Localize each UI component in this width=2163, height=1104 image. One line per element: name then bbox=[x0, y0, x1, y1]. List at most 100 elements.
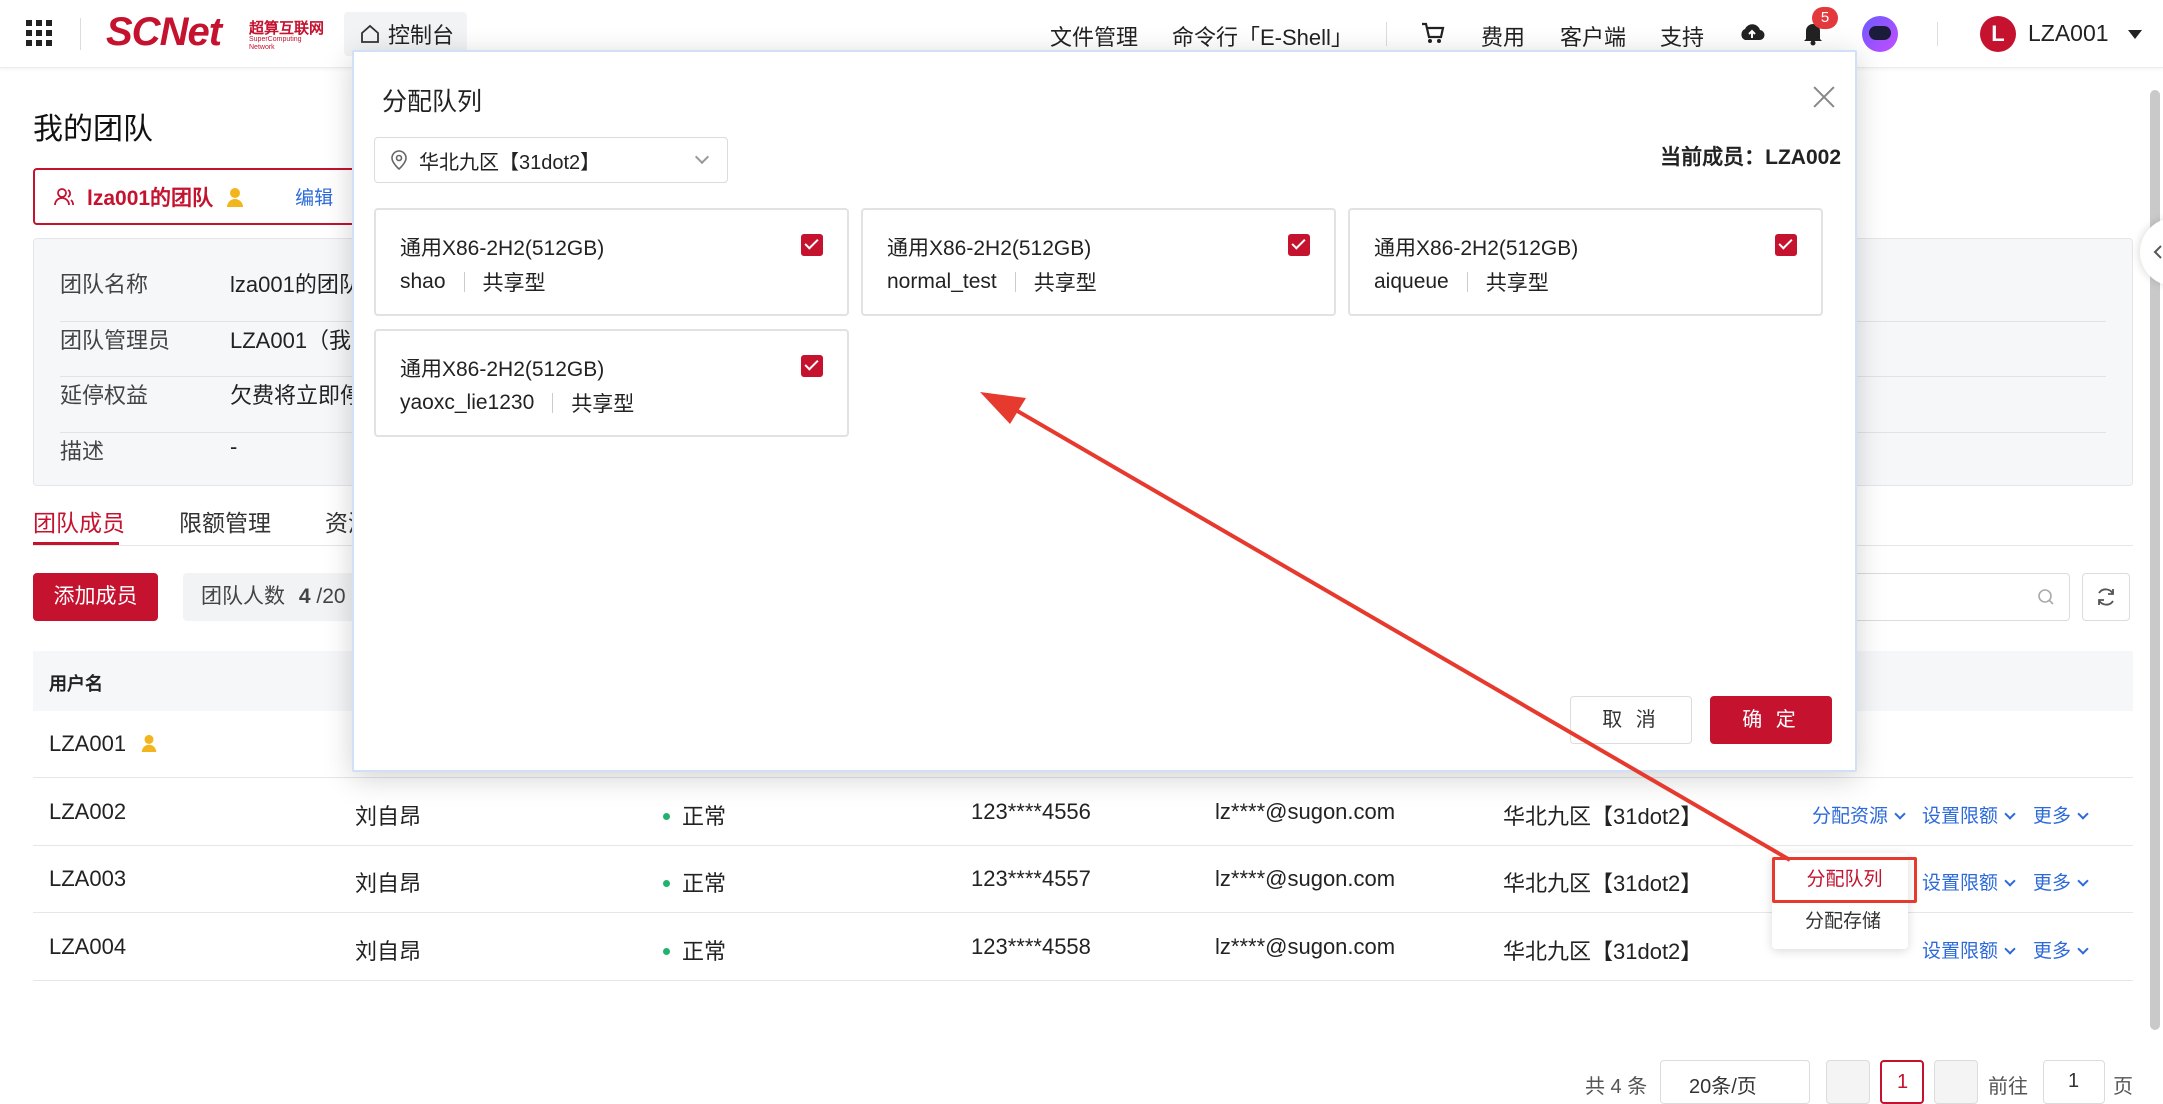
queue-checkbox[interactable] bbox=[1775, 234, 1797, 256]
set-limit-button[interactable]: 设置限额 bbox=[1922, 801, 2016, 828]
status-dot-icon bbox=[663, 879, 670, 887]
current-member-label: 当前成员： bbox=[1660, 146, 1766, 169]
chevron-down-icon bbox=[694, 149, 710, 165]
page-title: 我的团队 bbox=[33, 113, 153, 146]
table-row: LZA002 刘自昂 正常 123****4556 lz****@sugon.c… bbox=[33, 779, 2133, 846]
queue-type: 共享型 bbox=[571, 393, 635, 416]
more-button[interactable]: 更多 bbox=[2033, 801, 2089, 828]
cell-email: lz****@sugon.com bbox=[1215, 934, 1396, 959]
divider bbox=[1014, 272, 1016, 292]
region-select[interactable]: 华北九区【31dot2】 bbox=[374, 137, 728, 183]
queue-resource-name: 通用X86-2H2(512GB) bbox=[400, 237, 605, 260]
team-icon bbox=[54, 187, 74, 205]
queue-checkbox[interactable] bbox=[801, 234, 823, 256]
page-number-current[interactable]: 1 bbox=[1880, 1060, 1924, 1104]
queue-info: shao 共享型 bbox=[400, 267, 546, 297]
refresh-button[interactable] bbox=[2082, 573, 2130, 621]
tab-limit-management[interactable]: 限额管理 bbox=[179, 504, 271, 538]
info-value: lza001的团队 bbox=[230, 272, 361, 297]
chevron-down-icon bbox=[2077, 875, 2089, 887]
info-row-suspend: 延停权益 欠费将立即停 bbox=[60, 378, 362, 410]
notification-badge: 5 bbox=[1812, 7, 1838, 29]
nav-billing[interactable]: 费用 bbox=[1481, 20, 1525, 52]
cell-name: 刘自昂 bbox=[355, 804, 422, 829]
refresh-icon bbox=[2098, 588, 2114, 606]
queue-checkbox[interactable] bbox=[801, 355, 823, 377]
menu-item-assign-storage[interactable]: 分配存储 bbox=[1805, 906, 1881, 933]
more-label: 更多 bbox=[2033, 941, 2072, 962]
edit-team-link[interactable]: 编辑 bbox=[295, 183, 333, 210]
goto-page-input[interactable]: 1 bbox=[2043, 1060, 2105, 1104]
search-input[interactable] bbox=[1850, 573, 2070, 621]
set-limit-button[interactable]: 设置限额 bbox=[1922, 936, 2016, 963]
assign-resource-label: 分配资源 bbox=[1812, 806, 1889, 827]
side-collapse-handle[interactable] bbox=[2140, 218, 2163, 286]
tab-team-members[interactable]: 团队成员 bbox=[33, 504, 125, 538]
set-limit-label: 设置限额 bbox=[1922, 941, 1999, 962]
more-button[interactable]: 更多 bbox=[2033, 936, 2089, 963]
avatar[interactable]: L bbox=[1980, 16, 2016, 52]
page-size-select[interactable]: 20条/页 bbox=[1660, 1060, 1810, 1104]
logo-subtitle-cn: 超算互联网 bbox=[249, 20, 325, 37]
more-button[interactable]: 更多 bbox=[2033, 868, 2089, 895]
queue-name: normal_test bbox=[887, 270, 997, 293]
team-tab-name: lza001的团队 bbox=[87, 186, 214, 210]
cell-name: 刘自昂 bbox=[355, 871, 422, 896]
queue-checkbox[interactable] bbox=[1288, 234, 1310, 256]
queue-card[interactable]: 通用X86-2H2(512GB) aiqueue 共享型 bbox=[1348, 208, 1823, 316]
divider bbox=[1386, 22, 1387, 46]
more-label: 更多 bbox=[2033, 873, 2072, 894]
member-count-label: 团队人数 bbox=[201, 585, 285, 608]
current-member: 当前成员：LZA002 bbox=[1660, 141, 1841, 171]
nav-client[interactable]: 客户端 bbox=[1560, 20, 1626, 52]
home-icon bbox=[361, 24, 379, 43]
info-label: 团队名称 bbox=[60, 272, 149, 297]
chevron-down-icon bbox=[1894, 808, 1906, 820]
confirm-button[interactable]: 确 定 bbox=[1710, 696, 1832, 744]
app-grid-icon[interactable] bbox=[26, 20, 52, 46]
info-value: 欠费将立即停 bbox=[230, 383, 363, 408]
cart-icon[interactable] bbox=[1420, 20, 1446, 46]
cell-region: 华北九区【31dot2】 bbox=[1503, 871, 1703, 896]
queue-resource-name: 通用X86-2H2(512GB) bbox=[400, 358, 605, 381]
queue-card[interactable]: 通用X86-2H2(512GB) shao 共享型 bbox=[374, 208, 849, 316]
chevron-down-icon bbox=[2077, 808, 2089, 820]
next-page-button[interactable] bbox=[1934, 1060, 1978, 1104]
close-icon[interactable] bbox=[1810, 83, 1838, 111]
assign-queue-dialog: 分配队列 华北九区【31dot2】 当前成员：LZA002 通用X86-2H2(… bbox=[352, 50, 1857, 772]
caret-down-icon[interactable] bbox=[2128, 30, 2142, 39]
nav-file-management[interactable]: 文件管理 bbox=[1050, 20, 1138, 52]
user-name[interactable]: LZA001 bbox=[2028, 20, 2109, 47]
queue-name: aiqueue bbox=[1374, 270, 1449, 293]
queue-card[interactable]: 通用X86-2H2(512GB) yaoxc_lie1230 共享型 bbox=[374, 329, 849, 437]
add-member-button[interactable]: 添加成员 bbox=[33, 573, 158, 621]
status-dot-icon bbox=[663, 947, 670, 955]
divider bbox=[552, 393, 554, 413]
queue-card[interactable]: 通用X86-2H2(512GB) normal_test 共享型 bbox=[861, 208, 1336, 316]
assign-resource-button[interactable]: 分配资源 bbox=[1812, 801, 1906, 828]
queue-resource-name: 通用X86-2H2(512GB) bbox=[887, 237, 1092, 260]
team-tab[interactable]: lza001的团队 编辑 bbox=[33, 168, 363, 225]
menu-item-assign-queue[interactable]: 分配队列 bbox=[1772, 857, 1917, 903]
cancel-button[interactable]: 取 消 bbox=[1570, 696, 1692, 744]
nav-support[interactable]: 支持 bbox=[1660, 20, 1704, 52]
cloud-upload-icon[interactable] bbox=[1739, 20, 1765, 46]
info-row-admin: 团队管理员 LZA001（我 bbox=[60, 323, 351, 355]
queue-info: normal_test 共享型 bbox=[887, 267, 1097, 297]
prev-page-button[interactable] bbox=[1826, 1060, 1870, 1104]
set-limit-button[interactable]: 设置限额 bbox=[1922, 868, 2016, 895]
set-limit-label: 设置限额 bbox=[1922, 873, 1999, 894]
cell-region: 华北九区【31dot2】 bbox=[1503, 939, 1703, 964]
queue-resource-name: 通用X86-2H2(512GB) bbox=[1374, 237, 1579, 260]
ai-assistant-icon[interactable] bbox=[1862, 16, 1898, 52]
console-label: 控制台 bbox=[388, 23, 455, 48]
cell-status: 正常 bbox=[663, 934, 726, 966]
chevron-down-icon bbox=[2077, 943, 2089, 955]
cell-username: LZA001 bbox=[49, 731, 158, 757]
info-row-team-name: 团队名称 lza001的团队 bbox=[60, 267, 361, 299]
nav-eshell[interactable]: 命令行「E-Shell」 bbox=[1172, 20, 1353, 52]
queue-info: aiqueue 共享型 bbox=[1374, 267, 1549, 297]
dialog-title: 分配队列 bbox=[382, 88, 483, 116]
divider bbox=[1466, 272, 1468, 292]
logo[interactable]: SCNet bbox=[106, 10, 222, 55]
